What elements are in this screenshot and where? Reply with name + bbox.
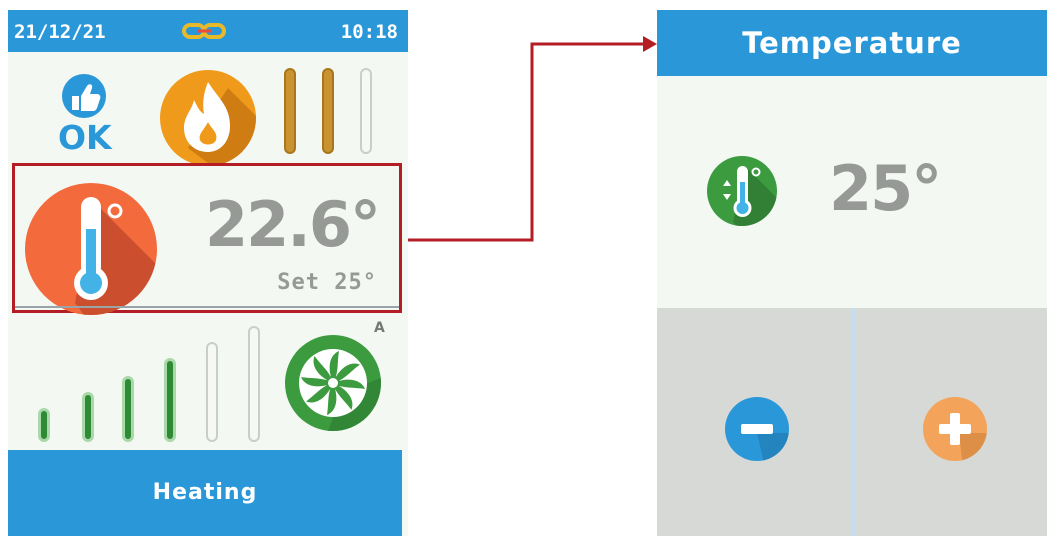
minus-icon bbox=[725, 397, 789, 461]
status-bar: 21/12/21 10:18 bbox=[8, 10, 408, 52]
fan-speed-2 bbox=[82, 392, 94, 442]
mode-bar[interactable]: Heating bbox=[8, 450, 402, 536]
decrease-button[interactable] bbox=[725, 397, 789, 461]
fan-speed-1 bbox=[38, 408, 50, 442]
flame-icon bbox=[158, 68, 258, 168]
burner-level-3 bbox=[360, 68, 372, 154]
fan-speed-5 bbox=[206, 342, 218, 442]
screen-title: Temperature bbox=[657, 10, 1047, 76]
fan-speed-6 bbox=[248, 326, 260, 442]
setpoint-label: Set 25° bbox=[277, 270, 377, 295]
increase-button[interactable] bbox=[923, 397, 987, 461]
burner-level-2 bbox=[322, 68, 334, 154]
fan-icon[interactable] bbox=[283, 333, 383, 433]
status-time: 10:18 bbox=[340, 21, 398, 43]
main-screen: 21/12/21 10:18 OK 22.6° Set 25° A Heatin… bbox=[8, 10, 408, 536]
screen-title-text: Temperature bbox=[742, 26, 962, 60]
setpoint-value: 25° bbox=[829, 152, 942, 225]
card-divider bbox=[15, 306, 399, 308]
room-temperature-card[interactable]: 22.6° Set 25° bbox=[12, 163, 402, 315]
ok-status-label: OK bbox=[58, 118, 112, 157]
burner-level-1 bbox=[284, 68, 296, 154]
fan-speed-4 bbox=[164, 358, 176, 442]
mode-label: Heating bbox=[152, 480, 258, 505]
fan-mode-indicator: A bbox=[374, 320, 385, 336]
status-date: 21/12/21 bbox=[14, 21, 106, 43]
link-icon bbox=[182, 22, 226, 45]
current-temperature: 22.6° bbox=[205, 188, 381, 261]
button-divider bbox=[852, 308, 855, 536]
plus-icon bbox=[923, 397, 987, 461]
thermometer-adjust-icon bbox=[707, 156, 777, 226]
thermometer-icon bbox=[25, 183, 157, 315]
fan-speed-3 bbox=[122, 376, 134, 442]
temperature-detail-screen: Temperature 25° bbox=[657, 10, 1047, 536]
